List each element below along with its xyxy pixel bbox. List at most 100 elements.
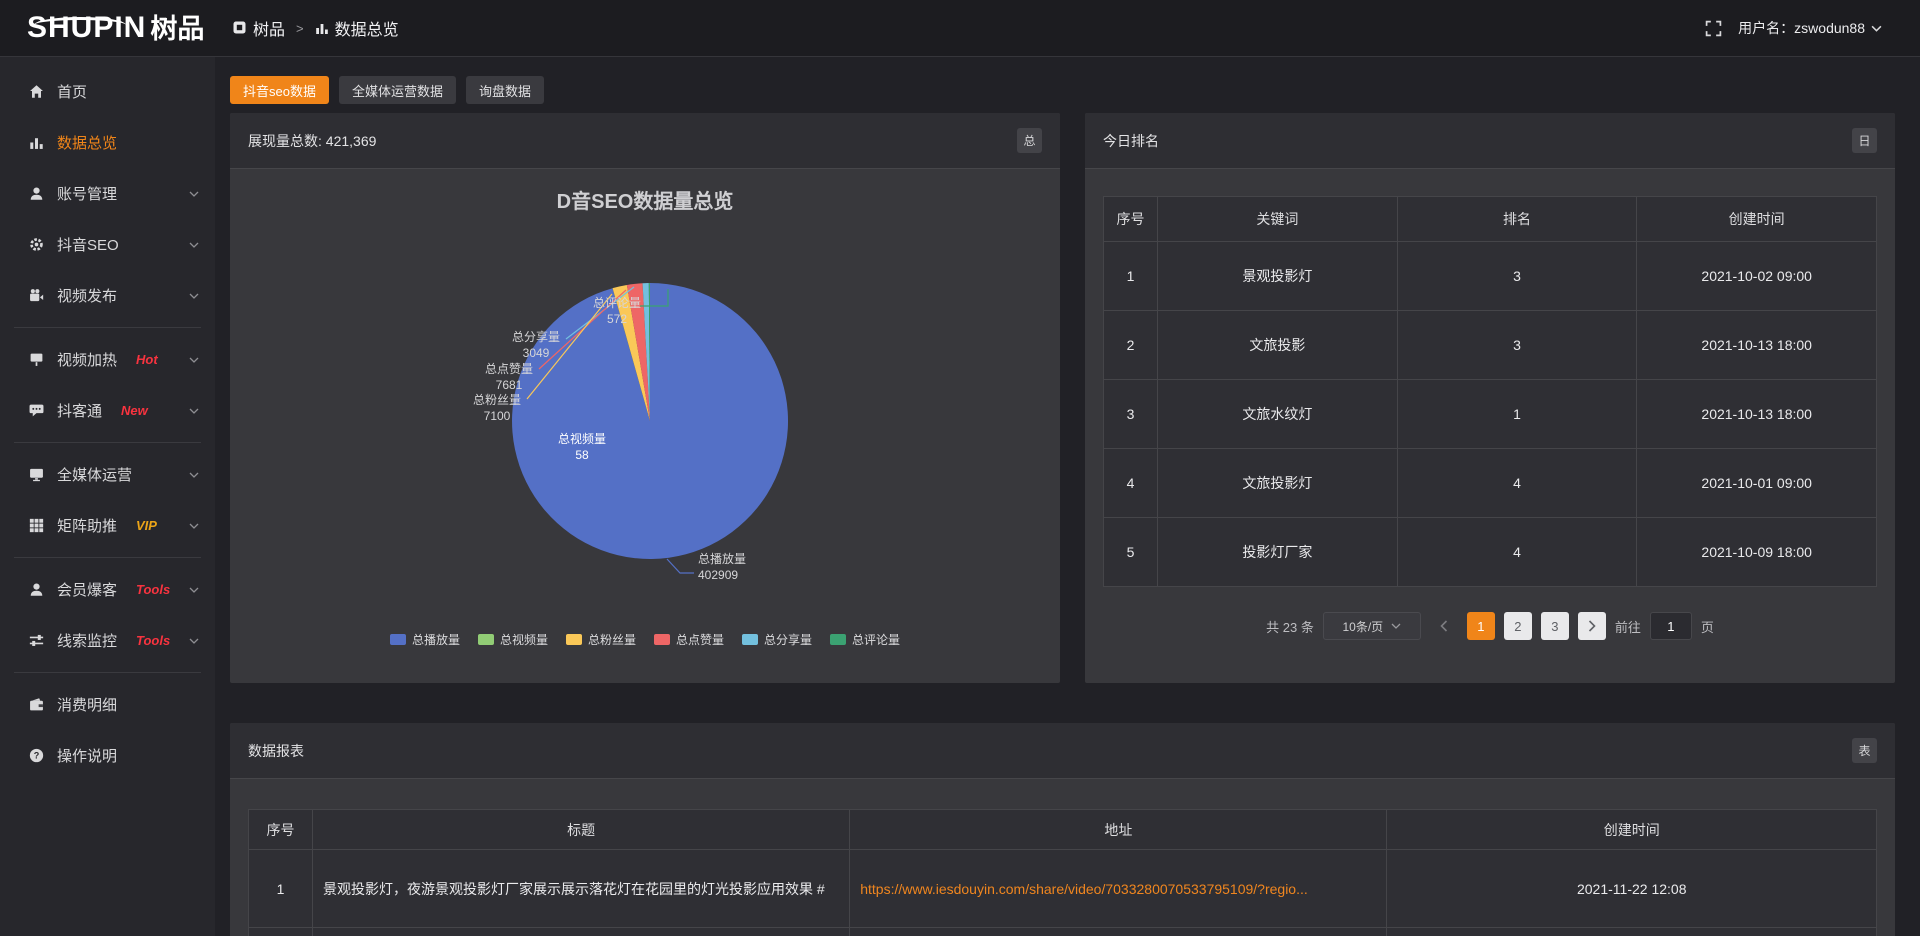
sidebar-divider (14, 672, 201, 673)
sidebar-item-lead-monitor[interactable]: 线索监控 Tools (0, 615, 215, 666)
legend-label: 总播放量 (412, 631, 460, 648)
sidebar-item-media-operation[interactable]: 全媒体运营 (0, 449, 215, 500)
page-button-1[interactable]: 1 (1467, 612, 1495, 640)
sidebar-item-label: 抖客通 (57, 400, 102, 421)
goto-page-input[interactable] (1650, 612, 1692, 640)
chevron-down-icon (1391, 623, 1401, 629)
next-page-button[interactable] (1578, 612, 1606, 640)
goto-label: 前往 (1615, 617, 1641, 636)
chevron-down-icon (189, 638, 199, 644)
tab-inquiry-data[interactable]: 询盘数据 (466, 76, 544, 104)
legend-label: 总视频量 (500, 631, 548, 648)
chat-bubble-icon (29, 403, 44, 418)
cell-rank: 4 (1397, 449, 1637, 518)
hot-badge: Hot (136, 352, 158, 367)
cell-rank: 3 (1397, 242, 1637, 311)
sidebar-item-member-baoke[interactable]: 会员爆客 Tools (0, 564, 215, 615)
sidebar: 首页 数据总览 账号管理 抖音SEO 视频发布 视频加热 Hot (0, 57, 215, 936)
total-mode-button[interactable]: 总 (1017, 128, 1042, 153)
sidebar-item-label: 会员爆客 (57, 579, 117, 600)
video-link[interactable]: https://www.iesdouyin.com/share/video/70… (860, 881, 1376, 897)
legend-item-play[interactable]: 总播放量 (390, 631, 460, 648)
chart-legend: 总播放量 总视频量 总粉丝量 总点赞量 总分享量 总评论量 (230, 631, 1060, 648)
chevron-down-icon (1871, 25, 1882, 32)
legend-item-video[interactable]: 总视频量 (478, 631, 548, 648)
vip-badge: VIP (136, 518, 157, 533)
legend-swatch (742, 634, 758, 645)
tab-douyin-seo-data[interactable]: 抖音seo数据 (230, 76, 329, 104)
rank-table-row: 2 文旅投影 3 2021-10-13 18:00 (1104, 311, 1877, 380)
sidebar-item-douyin-seo[interactable]: 抖音SEO (0, 219, 215, 270)
user-menu[interactable]: 用户名：zswodun88 (1738, 18, 1882, 38)
cell-created (1387, 928, 1877, 936)
chevron-down-icon (189, 523, 199, 529)
video-camera-icon (29, 288, 44, 303)
pie-label-play: 总播放量 402909 (698, 551, 788, 583)
cell-keyword: 文旅水纹灯 (1158, 380, 1398, 449)
legend-swatch (830, 634, 846, 645)
legend-item-fans[interactable]: 总粉丝量 (566, 631, 636, 648)
wallet-icon (29, 697, 44, 712)
page-button-3[interactable]: 3 (1541, 612, 1569, 640)
pagination: 共 23 条 10条/页 1 2 3 前往 (1103, 612, 1877, 640)
chevron-right-icon (1588, 620, 1596, 632)
legend-label: 总分享量 (764, 631, 812, 648)
chevron-left-icon (1440, 620, 1448, 632)
report-table-header-row: 序号 标题 地址 创建时间 (249, 810, 1877, 850)
sliders-icon (29, 633, 44, 648)
sidebar-item-label: 矩阵助推 (57, 515, 117, 536)
legend-item-comment[interactable]: 总评论量 (830, 631, 900, 648)
prev-page-button[interactable] (1430, 612, 1458, 640)
overview-panel-header: 展现量总数: 421,369 总 (230, 113, 1060, 169)
sidebar-item-video-heat[interactable]: 视频加热 Hot (0, 334, 215, 385)
chevron-down-icon (189, 191, 199, 197)
rank-table-header-row: 序号 关键词 排名 创建时间 (1104, 197, 1877, 242)
pie-label-value: 402909 (698, 567, 788, 583)
chevron-down-icon (189, 408, 199, 414)
impressions-total-label: 展现量总数: 421,369 (248, 131, 376, 151)
day-mode-button[interactable]: 日 (1852, 128, 1877, 153)
breadcrumb-item-root[interactable]: 树品 (233, 16, 285, 40)
report-panel-title: 数据报表 (248, 741, 304, 761)
sidebar-item-consumption[interactable]: 消费明细 (0, 679, 215, 730)
bar-chart-icon (29, 135, 44, 150)
tab-media-operation-data[interactable]: 全媒体运营数据 (339, 76, 456, 104)
report-table-row (249, 928, 1877, 936)
home-icon (29, 84, 44, 99)
cell-index: 5 (1104, 518, 1158, 587)
cell-keyword: 文旅投影灯 (1158, 449, 1398, 518)
page-button-2[interactable]: 2 (1504, 612, 1532, 640)
topbar: SHUPIN 树品 树品 > 数据总览 用户名：zswodun88 (0, 0, 1920, 57)
sidebar-item-matrix-boost[interactable]: 矩阵助推 VIP (0, 500, 215, 551)
logo-arc (34, 17, 126, 33)
page-size-select[interactable]: 10条/页 (1323, 612, 1421, 640)
cell-index: 1 (249, 850, 313, 928)
fullscreen-icon[interactable] (1705, 20, 1722, 37)
pie-chart: D音SEO数据量总览 总评论量 572 总分享量 3049 (230, 169, 1060, 621)
sidebar-item-douketong[interactable]: 抖客通 New (0, 385, 215, 436)
legend-item-share[interactable]: 总分享量 (742, 631, 812, 648)
bar-chart-icon (315, 21, 329, 35)
sidebar-item-video-publish[interactable]: 视频发布 (0, 270, 215, 321)
report-table-row: 1 景观投影灯，夜游景观投影灯厂家展示展示落花灯在花园里的灯光投影应用效果 # … (249, 850, 1877, 928)
member-icon (29, 582, 44, 597)
sidebar-item-account[interactable]: 账号管理 (0, 168, 215, 219)
tab-label: 抖音seo数据 (243, 81, 316, 100)
rank-panel-header: 今日排名 日 (1085, 113, 1895, 169)
sidebar-item-label: 操作说明 (57, 745, 117, 766)
col-keyword: 关键词 (1158, 197, 1398, 242)
table-mode-button[interactable]: 表 (1852, 738, 1877, 763)
sidebar-item-data-overview[interactable]: 数据总览 (0, 117, 215, 168)
pie-label-share: 总分享量 3049 (499, 329, 573, 361)
breadcrumb-item-current[interactable]: 数据总览 (315, 16, 399, 40)
cell-index: 3 (1104, 380, 1158, 449)
legend-item-like[interactable]: 总点赞量 (654, 631, 724, 648)
cell-index: 2 (1104, 311, 1158, 380)
legend-swatch (478, 634, 494, 645)
app-logo: SHUPIN 树品 (0, 13, 215, 43)
col-created: 创建时间 (1387, 810, 1877, 850)
sidebar-item-home[interactable]: 首页 (0, 66, 215, 117)
cell-title: 景观投影灯，夜游景观投影灯厂家展示展示落花灯在花园里的灯光投影应用效果 # (313, 850, 850, 928)
sidebar-item-instructions[interactable]: ? 操作说明 (0, 730, 215, 781)
tab-label: 全媒体运营数据 (352, 81, 443, 100)
